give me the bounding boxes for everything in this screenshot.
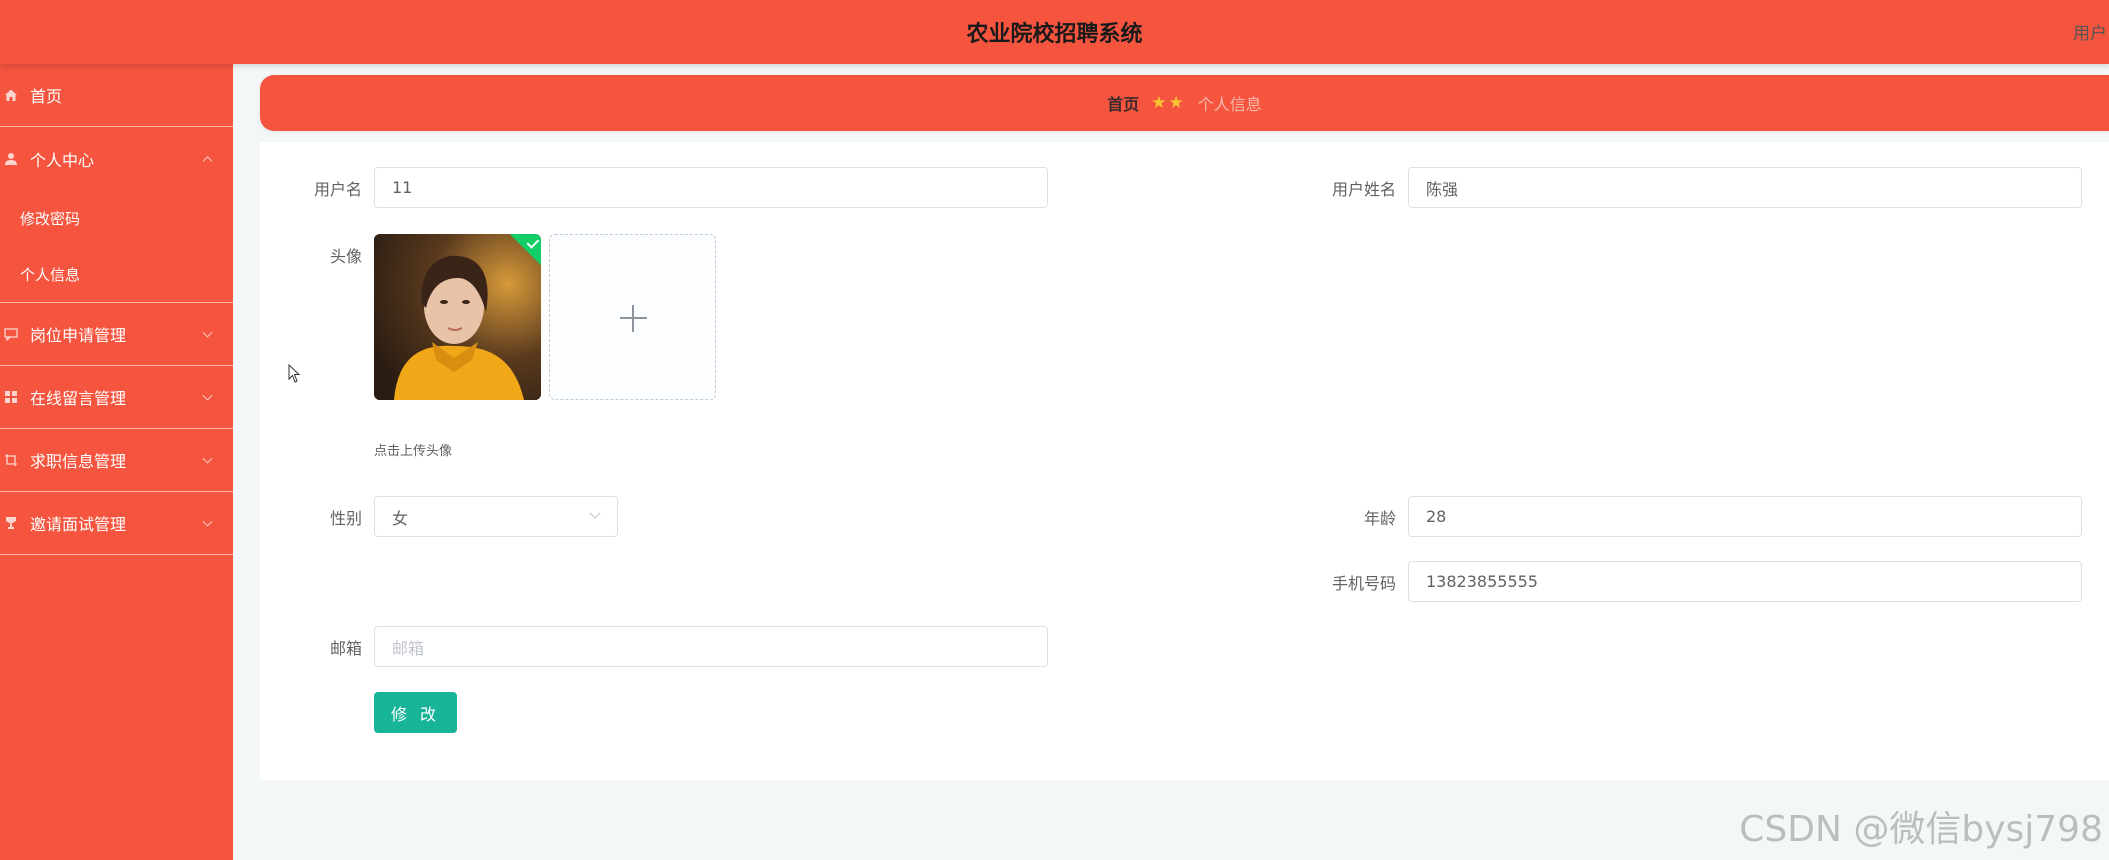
home-icon: [4, 88, 18, 102]
chevron-down-icon: [202, 327, 213, 338]
submit-button[interactable]: 修 改: [374, 692, 457, 733]
sidebar-item-home[interactable]: 首页: [0, 64, 233, 127]
avatar-upload-hint: 点击上传头像: [374, 444, 453, 459]
chevron-down-icon: [202, 516, 213, 527]
username-label: 用户名: [313, 180, 362, 199]
breadcrumb-home[interactable]: 首页: [1107, 91, 1139, 115]
sidebar-item-label: 邀请面试管理: [30, 515, 127, 534]
top-bar: 农业院校招聘系统 用户: [0, 0, 2109, 64]
gender-select[interactable]: 女: [374, 496, 618, 537]
sidebar-item-job-seeking[interactable]: 求职信息管理: [0, 429, 233, 492]
username-field[interactable]: 11: [374, 167, 1048, 208]
crop-icon: [4, 453, 18, 467]
breadcrumb: 首页 ★★ 个人信息: [260, 75, 2109, 131]
sidebar-group-personal: 个人中心 修改密码 个人信息: [0, 127, 233, 303]
sidebar-item-label: 个人中心: [30, 150, 95, 170]
chevron-down-icon: [202, 390, 213, 401]
breadcrumb-current: 个人信息: [1197, 95, 1262, 114]
sidebar-item-label: 在线留言管理: [30, 389, 127, 408]
avatar-label: 头像: [329, 247, 362, 266]
gender-label: 性别: [329, 509, 362, 528]
sidebar-subitem-personal-info[interactable]: 个人信息: [0, 246, 233, 302]
sidebar-subitem-change-password[interactable]: 修改密码: [0, 190, 233, 246]
profile-form: 用户名 11 用户姓名 陈强 头像 点击上传头像 性别 女 年龄 28 手机号码…: [260, 142, 2109, 780]
sidebar-item-label: 首页: [30, 87, 63, 106]
chevron-up-icon: [202, 155, 213, 166]
sidebar-item-interview-invite[interactable]: 邀请面试管理: [0, 492, 233, 555]
phone-label: 手机号码: [1331, 574, 1396, 593]
sidebar-item-personal-center[interactable]: 个人中心: [0, 127, 233, 190]
realname-label: 用户姓名: [1331, 180, 1396, 199]
age-label: 年龄: [1363, 509, 1396, 528]
age-field[interactable]: 28: [1408, 496, 2082, 537]
chevron-down-icon: [589, 507, 601, 519]
star-icon: ★★: [1151, 93, 1186, 113]
sidebar: 首页 个人中心 修改密码 个人信息 岗位申请管理 在线留言管理 求职信息管理 邀…: [0, 64, 233, 860]
avatar-image[interactable]: [374, 234, 541, 400]
chevron-down-icon: [202, 453, 213, 464]
watermark: CSDN @微信bysj798: [1739, 809, 2103, 850]
realname-field[interactable]: 陈强: [1408, 167, 2082, 208]
app-title: 农业院校招聘系统: [966, 22, 1143, 47]
sidebar-item-label: 岗位申请管理: [30, 326, 127, 345]
user-menu[interactable]: 用户: [2073, 19, 2109, 44]
phone-field[interactable]: 13823855555: [1408, 561, 2082, 602]
grid-icon: [4, 390, 18, 404]
sidebar-item-job-application[interactable]: 岗位申请管理: [0, 303, 233, 366]
email-field[interactable]: 邮箱: [374, 626, 1048, 667]
message-icon: [4, 327, 18, 342]
gender-value: 女: [392, 508, 409, 528]
user-icon: [4, 152, 18, 166]
avatar-photo: [374, 234, 541, 400]
email-label: 邮箱: [329, 639, 362, 658]
plus-icon-vertical: [632, 305, 634, 332]
sidebar-item-label: 求职信息管理: [30, 452, 127, 471]
sidebar-item-online-message[interactable]: 在线留言管理: [0, 366, 233, 429]
trophy-icon: [4, 516, 18, 530]
avatar-upload-button[interactable]: [549, 234, 716, 400]
